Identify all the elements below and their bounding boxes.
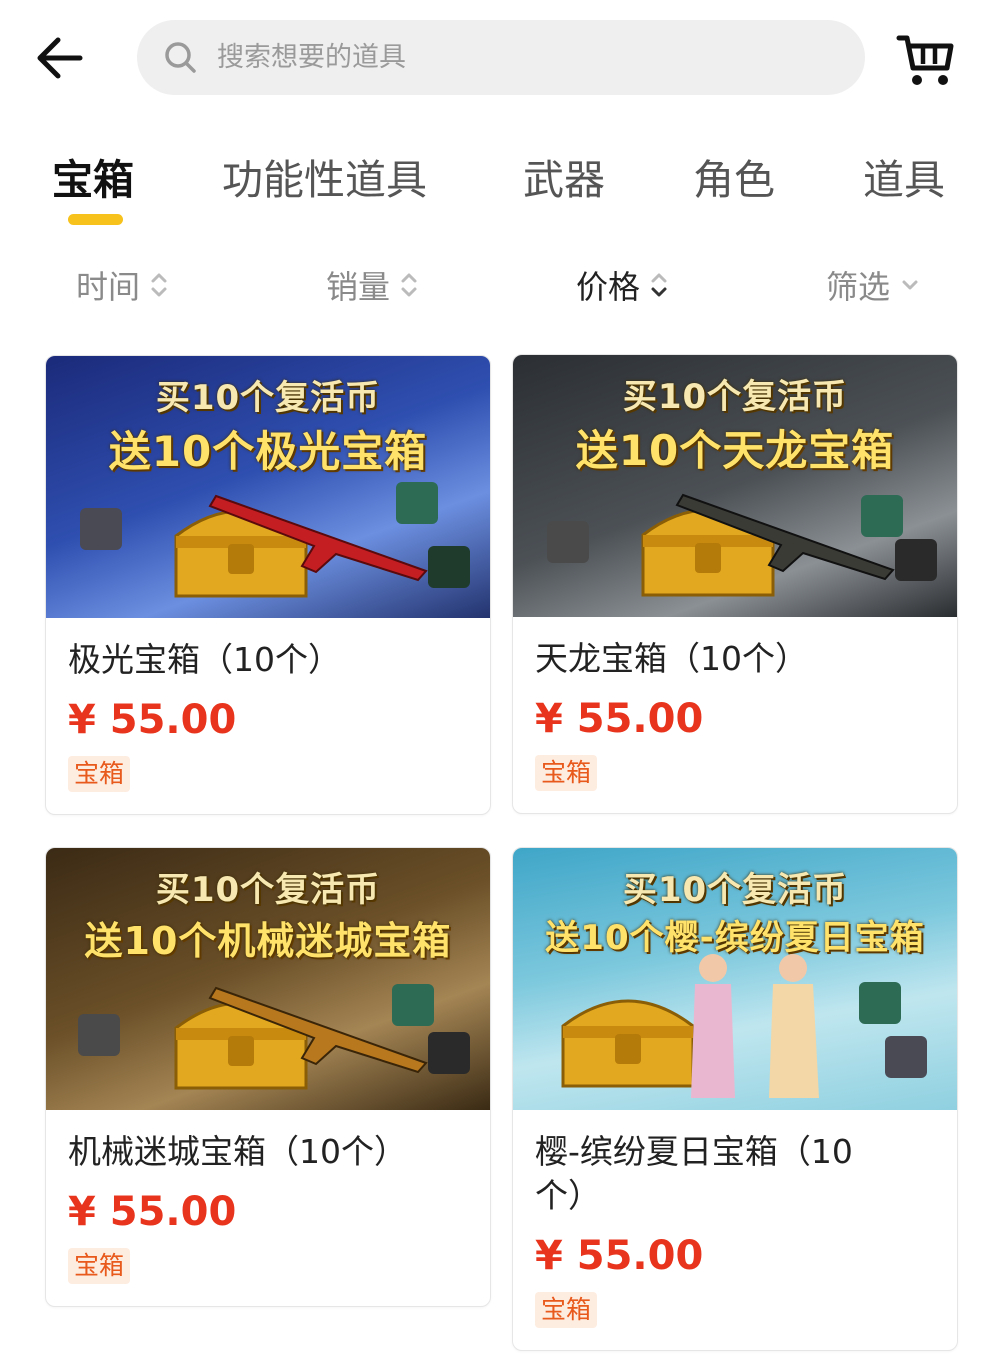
banner-line2: 送10个极光宝箱: [108, 427, 428, 476]
item-card-icon: [428, 546, 470, 588]
item-card-icon: [861, 495, 903, 537]
item-card-icon: [78, 1014, 120, 1056]
product-name: 天龙宝箱（10个）: [535, 639, 808, 678]
search-icon: [165, 42, 196, 73]
product-price: ¥ 55.00: [535, 1233, 704, 1279]
active-tab-indicator: [68, 214, 123, 225]
product-name: 极光宝箱（10个）: [68, 640, 341, 679]
item-card-icon: [859, 982, 901, 1024]
cart-icon[interactable]: [895, 30, 957, 88]
top-bar: 搜索想要的道具: [0, 0, 1000, 120]
sort-updown-icon: [651, 273, 667, 297]
sort-filter[interactable]: 筛选: [826, 262, 920, 308]
character-figures-icon: [691, 954, 819, 1098]
key-icon: [895, 539, 937, 581]
product-banner-image: 买10个复活币 送10个天龙宝箱: [513, 355, 957, 617]
product-price: ¥ 55.00: [68, 697, 237, 743]
sort-time[interactable]: 时间: [76, 262, 168, 308]
tab-wuqi[interactable]: 武器: [523, 146, 605, 206]
item-card-icon: [885, 1036, 927, 1078]
back-arrow-icon[interactable]: [30, 28, 90, 88]
banner-line1: 买10个复活币: [155, 378, 381, 418]
search-placeholder: 搜索想要的道具: [217, 42, 406, 73]
banner-line1: 买10个复活币: [622, 377, 848, 417]
sort-updown-icon: [401, 273, 417, 297]
product-name: 樱-缤纷夏日宝箱（10个）: [535, 1132, 853, 1215]
banner-line2: 送10个天龙宝箱: [575, 426, 895, 475]
item-card-icon: [547, 521, 589, 563]
search-bar[interactable]: 搜索想要的道具: [137, 20, 865, 95]
product-banner-image: 买10个复活币 送10个樱-缤纷夏日宝箱: [513, 848, 957, 1110]
sort-time-label: 时间: [76, 268, 141, 306]
product-card[interactable]: 买10个复活币 送10个天龙宝箱 天龙宝箱（10个） ¥ 55.00 宝箱: [512, 354, 958, 814]
tab-juese[interactable]: 角色: [693, 146, 775, 206]
item-card-icon: [80, 508, 122, 550]
tab-daoju[interactable]: 道具: [863, 146, 945, 206]
banner-line1: 买10个复活币: [155, 870, 381, 910]
sort-price[interactable]: 价格: [576, 262, 668, 308]
product-name: 机械迷城宝箱（10个）: [68, 1132, 407, 1171]
product-banner-image: 买10个复活币 送10个机械迷城宝箱: [46, 848, 490, 1110]
product-tag: 宝箱: [68, 756, 131, 792]
product-banner-image: 买10个复活币 送10个极光宝箱: [46, 356, 490, 618]
item-card-icon: [392, 984, 434, 1026]
item-card-icon: [396, 482, 438, 524]
tab-baoxiang[interactable]: 宝箱: [52, 146, 134, 206]
sort-updown-icon: [151, 273, 167, 297]
product-tag: 宝箱: [535, 1292, 598, 1328]
sort-filter-label: 筛选: [826, 268, 891, 306]
sort-bar: 时间 销量 价格 筛选: [0, 262, 1000, 312]
banner-line1: 买10个复活币: [622, 870, 848, 910]
sort-sales-label: 销量: [326, 268, 391, 306]
product-price: ¥ 55.00: [535, 696, 704, 742]
sort-sales[interactable]: 销量: [326, 262, 418, 308]
sort-price-label: 价格: [576, 268, 641, 306]
key-icon: [428, 1032, 470, 1074]
product-tag: 宝箱: [68, 1248, 131, 1284]
product-tag: 宝箱: [535, 755, 598, 791]
product-price: ¥ 55.00: [68, 1189, 237, 1235]
tab-gongnengxing-daoju[interactable]: 功能性道具: [222, 146, 427, 206]
chevron-down-icon: [902, 280, 918, 290]
product-card[interactable]: 买10个复活币 送10个樱-缤纷夏日宝箱 樱-缤纷夏日宝箱（10个） ¥ 55.…: [512, 847, 958, 1351]
product-card[interactable]: 买10个复活币 送10个极光宝箱 极光宝箱（10个） ¥ 55.00 宝箱: [45, 355, 491, 815]
category-tabs: 宝箱 功能性道具 武器 角色 道具: [0, 140, 1000, 230]
banner-line2: 送10个机械迷城宝箱: [84, 919, 452, 963]
product-card[interactable]: 买10个复活币 送10个机械迷城宝箱 机械迷城宝箱（10个） ¥ 55.00 宝…: [45, 847, 491, 1307]
